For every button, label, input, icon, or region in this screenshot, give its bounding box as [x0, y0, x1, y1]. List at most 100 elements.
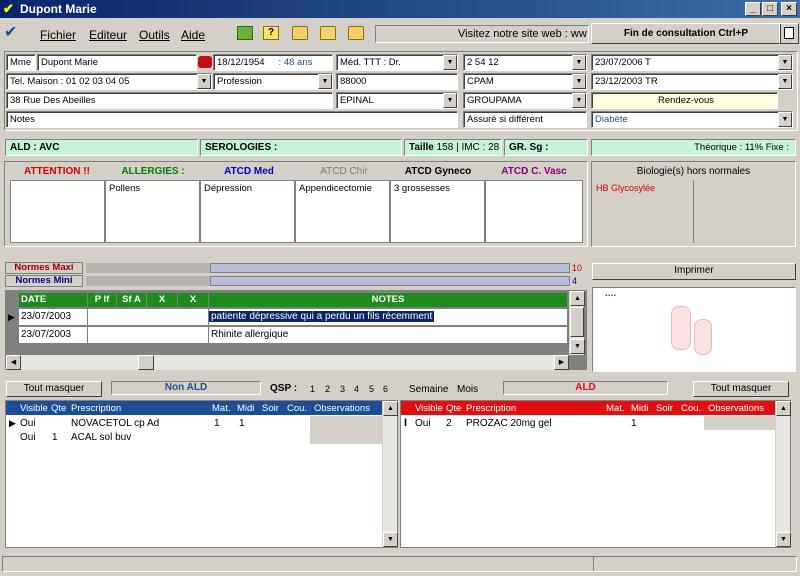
mois-option[interactable]: Mois — [457, 384, 478, 395]
mat-header[interactable]: Mat. — [212, 402, 230, 415]
menu-outils[interactable]: Outils — [139, 28, 170, 42]
semaine-option[interactable]: Semaine — [409, 384, 448, 395]
sfa-header[interactable]: Sf A — [117, 293, 146, 307]
biologie-item[interactable]: HB Glycosylée — [596, 183, 655, 193]
scroll-left-icon[interactable]: ◀ — [6, 355, 21, 370]
visible-header[interactable]: Visible — [20, 402, 48, 415]
left-row-2-prescription[interactable]: ACAL sol buv — [71, 432, 131, 443]
mutuelle-select[interactable]: GROUPAMA ▼ — [463, 92, 587, 109]
note-row-1-note[interactable]: patiente dépressive qui a perdu un fils … — [209, 309, 567, 325]
phone-icon[interactable] — [198, 56, 212, 68]
tout-masquer-left-button[interactable]: Tout masquer — [6, 381, 102, 397]
notes-field[interactable]: Notes — [6, 111, 458, 128]
ald-vscroll[interactable]: ▲ ▼ — [775, 401, 791, 547]
cou-header[interactable]: Cou. — [287, 402, 307, 415]
pathology-select[interactable]: Diabète ▼ — [591, 111, 793, 128]
street-field[interactable]: 38 Rue Des Abeilles — [6, 92, 333, 109]
phone-select[interactable]: Tel. Maison : 01 02 03 04 05 ▼ — [6, 73, 212, 90]
end-consultation-button[interactable]: Fin de consultation Ctrl+P — [591, 23, 781, 44]
date1-select[interactable]: 23/07/2006 T ▼ — [591, 54, 793, 71]
midi-header[interactable]: Midi — [237, 402, 254, 415]
atcd-gyneco-box[interactable]: 3 grossesses — [390, 180, 485, 243]
chevron-down-icon[interactable]: ▼ — [572, 93, 586, 108]
scroll-up-icon[interactable]: ▲ — [776, 401, 791, 416]
prescription-header[interactable]: Prescription — [71, 402, 121, 415]
chevron-down-icon[interactable]: ▼ — [778, 55, 792, 70]
visible-header[interactable]: Visible — [415, 402, 443, 415]
chevron-down-icon[interactable]: ▼ — [778, 112, 792, 127]
qsp-4[interactable]: 4 — [354, 384, 359, 394]
exit-icon[interactable] — [779, 23, 799, 44]
notes-header[interactable]: NOTES — [209, 293, 567, 307]
soir-header[interactable]: Soir — [262, 402, 279, 415]
chevron-down-icon[interactable]: ▼ — [443, 55, 457, 70]
atcd-med-box[interactable]: Dépression — [200, 180, 295, 243]
right-row-1-visible[interactable]: Oui — [415, 418, 431, 429]
folder-save-icon[interactable] — [348, 26, 364, 40]
cou-header[interactable]: Cou. — [681, 402, 701, 415]
medecin-select[interactable]: Méd. TTT : Dr. ▼ — [336, 54, 458, 71]
profession-select[interactable]: Profession ▼ — [213, 73, 333, 90]
left-row-1-midi[interactable]: 1 — [239, 418, 245, 429]
x1-header[interactable]: X — [147, 293, 177, 307]
date2-select[interactable]: 23/12/2003 TR ▼ — [591, 73, 793, 90]
chevron-down-icon[interactable]: ▼ — [443, 93, 457, 108]
non-ald-vscroll[interactable]: ▲ ▼ — [382, 401, 398, 547]
secu-select[interactable]: 2 54 12 ▼ — [463, 54, 587, 71]
qsp-3[interactable]: 3 — [340, 384, 345, 394]
right-row-1-qte[interactable]: 2 — [446, 418, 452, 429]
chevron-down-icon[interactable]: ▼ — [572, 55, 586, 70]
x2-header[interactable]: X — [178, 293, 208, 307]
qsp-2[interactable]: 2 — [325, 384, 330, 394]
left-row-1-prescription[interactable]: NOVACETOL cp Ad — [71, 418, 159, 429]
right-row-1-midi[interactable]: 1 — [631, 418, 637, 429]
qsp-5[interactable]: 5 — [369, 384, 374, 394]
observations-header[interactable]: Observations — [314, 402, 370, 415]
tout-masquer-right-button[interactable]: Tout masquer — [693, 381, 789, 397]
caisse-select[interactable]: CPAM ▼ — [463, 73, 587, 90]
prescription-header[interactable]: Prescription — [466, 402, 516, 415]
chevron-down-icon[interactable]: ▼ — [778, 74, 792, 89]
allergies-box[interactable]: Pollens — [105, 180, 200, 243]
notes-hscroll[interactable]: ◀ ▶ — [6, 355, 569, 370]
hscroll-thumb[interactable] — [138, 355, 154, 370]
civility-field[interactable]: Mme — [6, 54, 36, 71]
date-header[interactable]: DATE — [19, 293, 87, 307]
soir-header[interactable]: Soir — [656, 402, 673, 415]
menu-editeur[interactable]: Editeur — [89, 28, 127, 42]
city-select[interactable]: EPINAL ▼ — [336, 92, 458, 109]
imprimer-button[interactable]: Imprimer — [592, 263, 796, 280]
note-row-2-date[interactable]: 23/07/2003 — [19, 327, 87, 343]
notes-vscroll[interactable]: ▲ ▼ — [569, 291, 585, 355]
observations-header[interactable]: Observations — [708, 402, 764, 415]
attention-box[interactable] — [10, 180, 105, 243]
rendez-vous-button[interactable]: Rendez-vous — [591, 92, 778, 109]
note-row-1-date[interactable]: 23/07/2003 — [19, 309, 87, 325]
right-row-1-prescription[interactable]: PROZAC 20mg gel — [466, 418, 552, 429]
left-row-1-mat[interactable]: 1 — [214, 418, 220, 429]
atcd-chir-box[interactable]: Appendicectomie — [295, 180, 390, 243]
chevron-down-icon[interactable]: ▼ — [318, 74, 332, 89]
close-button[interactable]: × — [781, 2, 797, 16]
scroll-up-icon[interactable]: ▲ — [383, 401, 398, 416]
scroll-down-icon[interactable]: ▼ — [383, 532, 398, 547]
postal-field[interactable]: 88000 — [336, 73, 458, 90]
atcd-vasc-box[interactable] — [485, 180, 583, 243]
menu-aide[interactable]: Aide — [181, 28, 205, 42]
note-row-1-flags[interactable] — [88, 309, 208, 325]
folder-icon[interactable] — [292, 26, 308, 40]
chevron-down-icon[interactable]: ▼ — [572, 74, 586, 89]
menu-fichier[interactable]: Fichier — [40, 28, 76, 42]
qte-header[interactable]: Qte — [51, 402, 66, 415]
scroll-right-icon[interactable]: ▶ — [554, 355, 569, 370]
left-row-1-visible[interactable]: Oui — [20, 418, 36, 429]
scroll-down-icon[interactable]: ▼ — [776, 532, 791, 547]
left-row-2-qte[interactable]: 1 — [52, 432, 58, 443]
folder-open-icon[interactable] — [320, 26, 336, 40]
chevron-down-icon[interactable]: ▼ — [197, 74, 211, 89]
pif-header[interactable]: P If — [88, 293, 116, 307]
qsp-6[interactable]: 6 — [383, 384, 388, 394]
qsp-1[interactable]: 1 — [310, 384, 315, 394]
calculator-icon[interactable] — [237, 26, 253, 40]
mat-header[interactable]: Mat. — [606, 402, 624, 415]
